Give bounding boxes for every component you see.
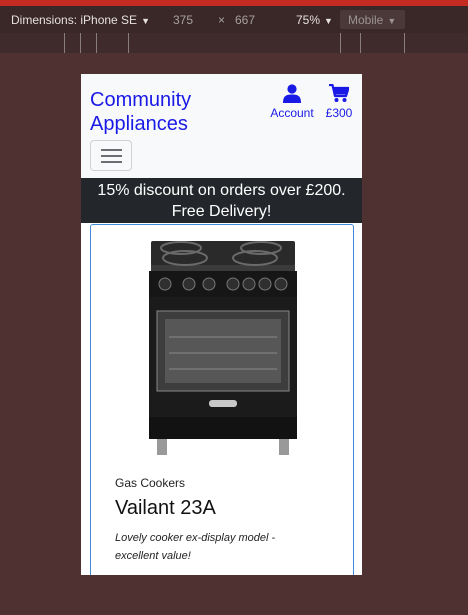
height-input[interactable]: 667 xyxy=(235,13,255,27)
product-image[interactable] xyxy=(143,237,303,462)
cart-total: £300 xyxy=(325,106,353,120)
media-query-ruler[interactable] xyxy=(0,33,468,53)
ruler-tick xyxy=(96,33,97,53)
hamburger-icon xyxy=(101,149,122,151)
promo-banner: 15% discount on orders over £200. Free D… xyxy=(81,178,362,223)
nav-toggle-button[interactable] xyxy=(90,140,132,171)
ruler-tick xyxy=(80,33,81,53)
devtools-toolbar: Dimensions: iPhone SE ▼ 375 × 667 75% ▼ Mo… xyxy=(0,6,468,33)
brand-line-1: Community xyxy=(90,89,192,111)
mode-select-label: Mobile xyxy=(348,13,384,27)
width-input[interactable]: 375 xyxy=(173,13,193,27)
cart-link[interactable]: £300 xyxy=(321,84,357,120)
ruler-tick xyxy=(64,33,65,53)
ruler-tick xyxy=(360,33,361,53)
times-separator: × xyxy=(218,13,226,27)
user-icon xyxy=(283,84,301,103)
chevron-down-icon: ▼ xyxy=(324,16,333,26)
zoom-select-label: 75% xyxy=(296,13,321,27)
device-viewport: Community Appliances Account £300 15% di… xyxy=(81,74,362,575)
product-card[interactable]: Gas Cookers Vailant 23A Lovely cooker ex… xyxy=(90,224,354,575)
promo-line-2: Free Delivery! xyxy=(171,203,272,220)
zoom-select[interactable]: 75% ▼ xyxy=(296,13,333,27)
promo-line-1: 15% discount on orders over £200. xyxy=(97,182,346,199)
device-select-label: Dimensions: iPhone SE xyxy=(11,13,138,27)
ruler-tick xyxy=(128,33,129,53)
hamburger-icon xyxy=(101,155,122,157)
account-label: Account xyxy=(270,106,314,120)
site-header: Community Appliances Account £300 xyxy=(81,74,362,178)
brand-line-2: Appliances xyxy=(90,113,188,135)
device-select[interactable]: Dimensions: iPhone SE ▼ xyxy=(11,13,150,27)
chevron-down-icon: ▼ xyxy=(387,16,397,26)
hamburger-icon xyxy=(101,161,122,163)
product-category: Gas Cookers xyxy=(115,476,186,490)
chevron-down-icon: ▼ xyxy=(141,16,150,26)
ruler-tick xyxy=(340,33,341,53)
product-description: Lovely cooker ex-display model - excelle… xyxy=(115,532,276,562)
account-link[interactable]: Account xyxy=(267,84,317,120)
brand-logo-link[interactable]: Community Appliances xyxy=(90,88,260,136)
ruler-tick xyxy=(404,33,405,53)
product-name[interactable]: Vailant 23A xyxy=(115,497,216,520)
mode-select[interactable]: Mobile ▼ xyxy=(340,10,405,29)
shopping-cart-icon xyxy=(329,84,349,102)
